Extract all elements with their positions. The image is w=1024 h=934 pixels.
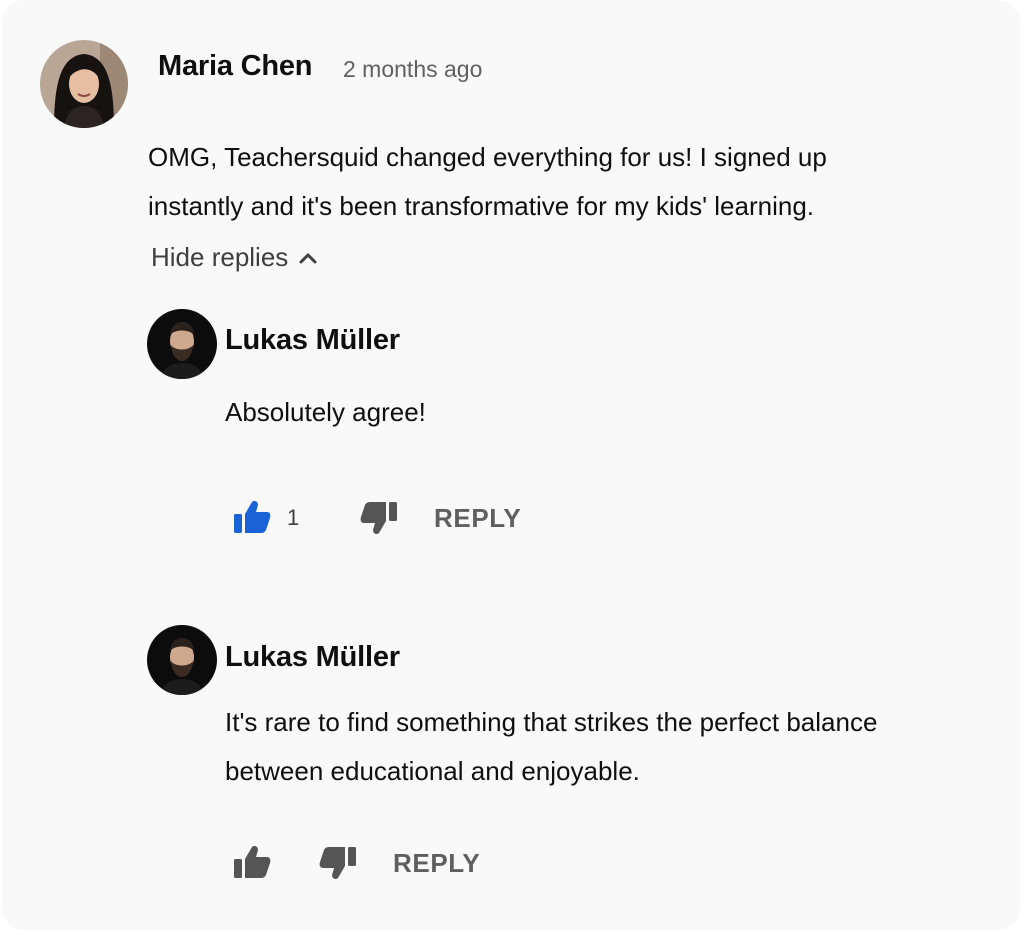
hide-replies-label: Hide replies — [151, 242, 289, 272]
reply-text: It's rare to find something that strikes… — [225, 698, 877, 796]
reply-author[interactable]: Lukas Müller — [225, 324, 400, 357]
like-button[interactable] — [233, 500, 271, 534]
thumbs-up-icon — [234, 501, 271, 533]
reply-text-line: Absolutely agree! — [225, 397, 426, 427]
like-button[interactable] — [233, 845, 271, 879]
thumbs-down-icon — [319, 847, 356, 879]
reply-button[interactable]: REPLY — [434, 503, 521, 534]
comment-card: Maria Chen 2 months ago OMG, Teachersqui… — [2, 0, 1020, 930]
thumbs-up-icon — [234, 846, 271, 878]
comment-text-line: OMG, Teachersquid changed everything for… — [148, 142, 827, 172]
reply-author[interactable]: Lukas Müller — [225, 641, 400, 674]
chevron-up-icon — [299, 253, 317, 263]
like-count: 1 — [287, 505, 300, 530]
comment-text: OMG, Teachersquid changed everything for… — [148, 133, 827, 231]
comment-text-line: instantly and it's been transformative f… — [148, 191, 815, 221]
dislike-button[interactable] — [319, 846, 357, 880]
comment-author[interactable]: Maria Chen — [158, 50, 313, 83]
avatar-lukas-muller[interactable] — [147, 309, 217, 379]
dislike-button[interactable] — [360, 501, 398, 535]
thumbs-down-icon — [360, 502, 397, 534]
reply-text-line: It's rare to find something that strikes… — [225, 707, 878, 737]
reply-text-line: between educational and enjoyable. — [225, 756, 640, 786]
avatar-lukas-muller[interactable] — [147, 625, 217, 695]
avatar-maria-chen[interactable] — [40, 40, 128, 128]
hide-replies-button[interactable]: Hide replies — [151, 242, 318, 273]
comment-timestamp[interactable]: 2 months ago — [343, 56, 482, 83]
reply-text: Absolutely agree! — [225, 388, 426, 437]
reply-button[interactable]: REPLY — [393, 848, 480, 879]
